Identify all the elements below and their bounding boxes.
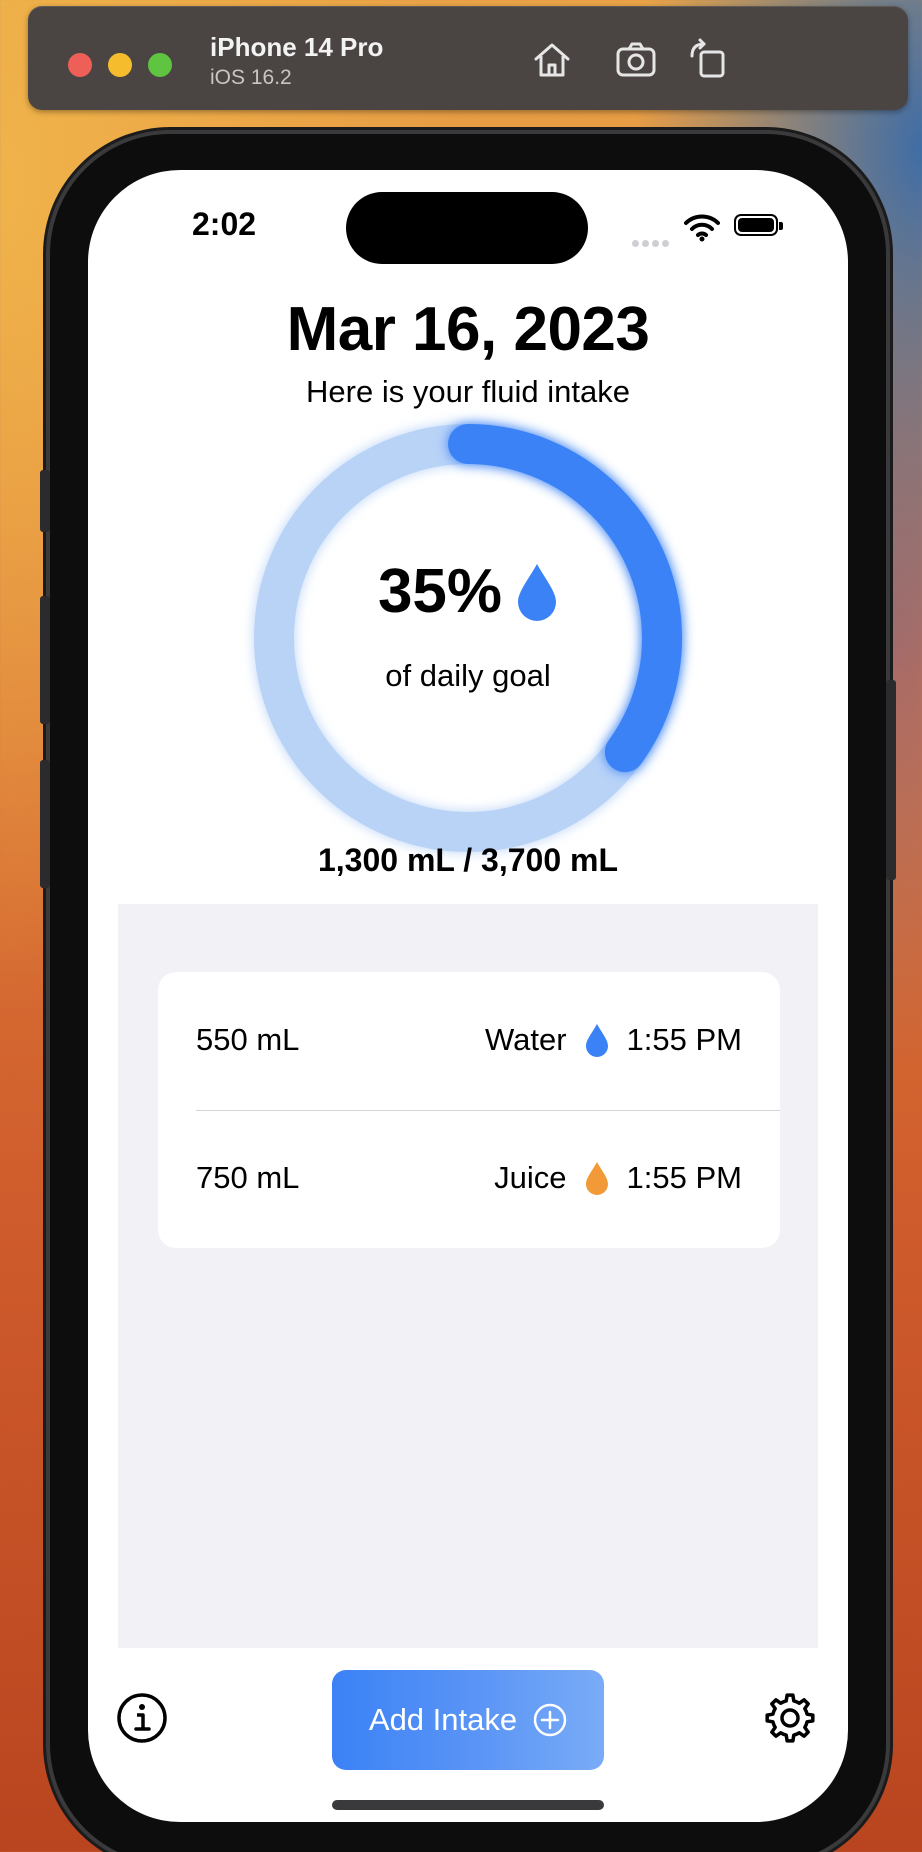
juice-drop-icon: [585, 1162, 608, 1195]
intake-totals: 1,300 mL / 3,700 mL: [317, 842, 619, 878]
rotate-button[interactable]: [684, 36, 732, 84]
app-screen: 2:02 Mar 16, 2023 Here is your fluid int…: [88, 170, 848, 1822]
minimize-window-button[interactable]: [108, 53, 132, 77]
volume-down-button[interactable]: [40, 760, 50, 888]
progress-caption: of daily goal: [385, 658, 551, 693]
gear-icon: [765, 1693, 815, 1743]
home-icon: [534, 43, 570, 77]
settings-button[interactable]: [764, 1692, 816, 1744]
intake-list: 550 mL Water 1:55 PM 750 mL Juice 1:55 P…: [158, 972, 780, 1248]
page-title: Mar 16, 2023: [286, 295, 650, 364]
intake-amount: 750 mL: [196, 1160, 300, 1195]
screenshot-icon: [616, 42, 656, 77]
page-subtitle: Here is your fluid intake: [306, 374, 630, 409]
rotate-icon: [690, 38, 725, 78]
status-time: 2:02: [192, 206, 257, 242]
screenshot-button[interactable]: [612, 36, 660, 84]
zoom-window-button[interactable]: [148, 53, 172, 77]
close-window-button[interactable]: [68, 53, 92, 77]
progress-ring: 35% of daily goal: [238, 408, 698, 868]
list-item[interactable]: 550 mL Water 1:55 PM: [158, 972, 780, 1110]
mute-switch[interactable]: [40, 470, 50, 532]
intake-kind: Water: [485, 1022, 567, 1057]
wifi-icon: [684, 214, 720, 242]
power-button[interactable]: [886, 680, 896, 880]
intake-time: 1:55 PM: [626, 1022, 742, 1057]
add-intake-button[interactable]: Add Intake: [332, 1670, 604, 1770]
volume-up-button[interactable]: [40, 596, 50, 724]
simulator-toolbar: iPhone 14 Pro iOS 16.2: [28, 6, 908, 110]
list-item[interactable]: 750 mL Juice 1:55 PM: [158, 1110, 780, 1248]
battery-icon: [734, 214, 783, 236]
add-intake-label: Add Intake: [368, 1702, 518, 1737]
info-icon: [117, 1693, 167, 1743]
water-drop-icon: [518, 564, 557, 621]
intake-amount: 550 mL: [196, 1022, 300, 1057]
progress-percent-row: 35%: [238, 556, 698, 627]
info-button[interactable]: [116, 1692, 168, 1744]
dynamic-island: [346, 192, 588, 264]
intake-list-area[interactable]: 550 mL Water 1:55 PM 750 mL Juice 1:55 P…: [118, 904, 818, 1648]
intake-time: 1:55 PM: [626, 1160, 742, 1195]
progress-percent: 35%: [377, 557, 503, 626]
os-version: iOS 16.2: [210, 66, 292, 89]
cellular-signal-icon: [632, 234, 672, 252]
home-indicator: [332, 1800, 604, 1810]
plus-circle-icon: [533, 1703, 567, 1737]
water-drop-icon: [585, 1024, 608, 1057]
device-name: iPhone 14 Pro: [210, 32, 384, 62]
intake-details: Juice 1:55 PM: [494, 1160, 742, 1196]
intake-kind: Juice: [494, 1160, 567, 1195]
home-button[interactable]: [528, 36, 576, 84]
intake-details: Water 1:55 PM: [485, 1022, 742, 1058]
